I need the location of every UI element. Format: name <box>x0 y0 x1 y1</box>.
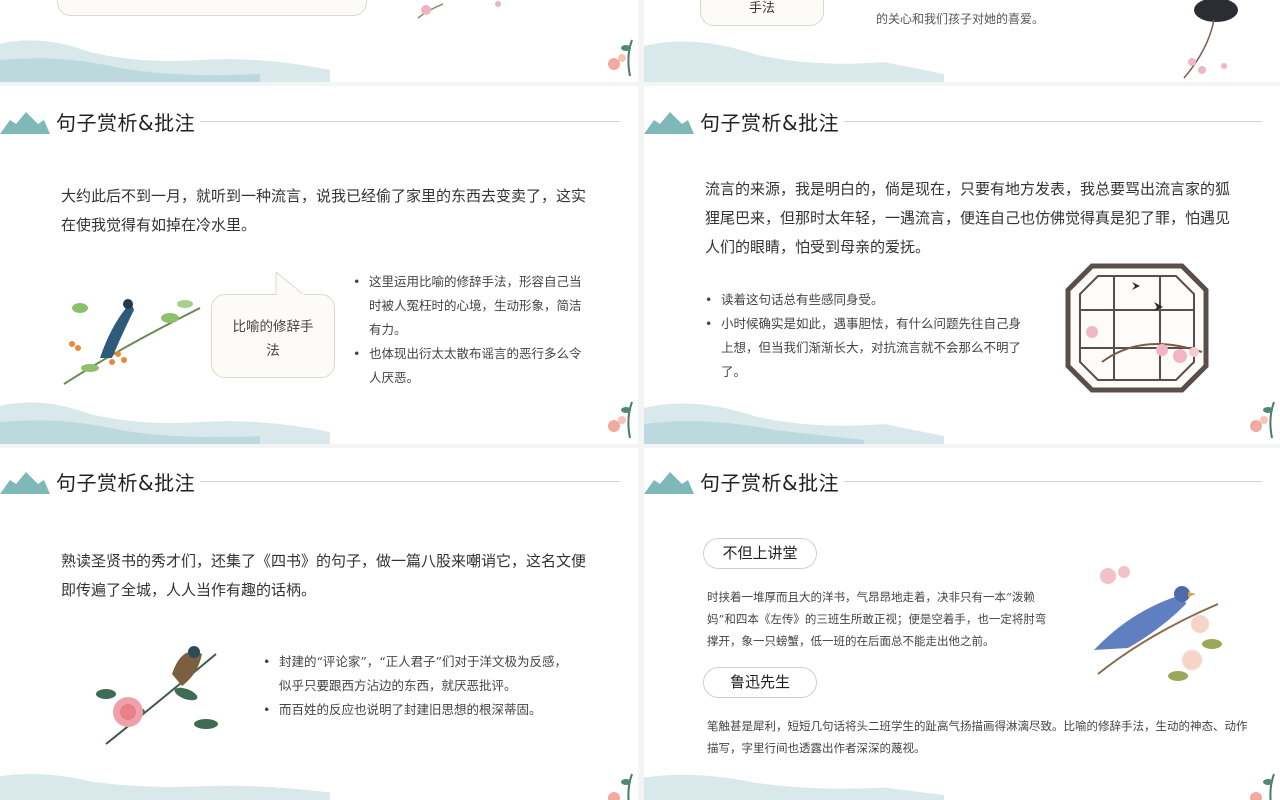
slide-title: 句子赏析&批注 <box>56 471 196 495</box>
hill-logo-icon <box>0 112 50 134</box>
mist-mountains-icon <box>0 40 330 82</box>
bubble-tail <box>275 272 305 296</box>
slide-header: 句子赏析&批注 <box>644 104 1280 138</box>
quote-paragraph: 大约此后不到一月，就听到一种流言，说我已经偷了家里的东西去变卖了，这实在使我觉得… <box>61 187 587 234</box>
corner-flower-icon <box>608 773 633 800</box>
slide-header: 句子赏析&批注 <box>644 464 1280 498</box>
window-frame-icon <box>1065 263 1209 393</box>
mist-mountains-icon <box>0 402 330 444</box>
excerpt-text: 时挟着一堆厚而且大的洋书，气昂昂地走着，决非只有一本“泼赖妈”和四本《左传》的三… <box>707 590 1047 648</box>
slide-title: 句子赏析&批注 <box>56 111 196 135</box>
slide-2[interactable]: 句子赏析&批注 流言的来源，我是明白的，倘是现在，只要有地方发表，我总要骂出流言… <box>644 86 1280 444</box>
slide-3[interactable]: 句子赏析&批注 熟读圣贤书的秀才们，还集了《四书》的句子，做一篇八股来嘲诮它，这… <box>0 448 638 800</box>
hill-logo-icon <box>644 472 694 494</box>
annotation-item: 封建的“评论家”，“正人君子”们对于洋文极为反感，似乎只要跟西方沾边的东西，就厌… <box>263 650 571 698</box>
slide-header: 句子赏析&批注 <box>0 104 638 138</box>
annotation-item: 而百姓的反应也说明了封建旧思想的根深蒂固。 <box>263 698 571 722</box>
quote-paragraph: 流言的来源，我是明白的，倘是现在，只要有地方发表，我总要骂出流言家的狐狸尾巴来，… <box>705 180 1231 256</box>
annotation-list: 读着这句话总有些感同身受。 小时候确实是如此，遇事胆怯，有什么问题先往自己身上想… <box>705 288 1021 384</box>
mist-mountains-icon <box>644 41 944 82</box>
bird-peony-icon <box>96 646 218 745</box>
keyword-pill-1: 不但上讲堂 <box>703 538 817 569</box>
annotation-item: 这里运用比喻的修辞手法，形容自己当时被人冤枉时的心境，生动形象，简洁有力。 <box>353 270 585 342</box>
header-rule <box>844 481 1262 482</box>
mist-mountains-icon <box>644 403 944 444</box>
slide-title: 句子赏析&批注 <box>700 471 840 495</box>
keyword-pill-2: 鲁迅先生 <box>703 667 817 698</box>
mist-mountains-icon <box>0 774 330 800</box>
annotation-list: 这里运用比喻的修辞手法，形容自己当时被人冤枉时的心境，生动形象，简洁有力。 也体… <box>353 270 585 390</box>
annotation-item: 也体现出衍太太散布谣言的恶行多么令人厌恶。 <box>353 342 585 390</box>
corner-flower-icon <box>608 39 633 76</box>
header-rule <box>200 121 620 122</box>
corner-flower-icon <box>1250 401 1275 438</box>
fragment-text: 的关心和我们孩子对她的喜爱。 <box>876 8 1044 30</box>
fragment-line: 的关心和我们孩子对她的喜爱。 <box>876 12 1045 26</box>
header-rule <box>200 481 620 482</box>
header-rule <box>844 121 1262 122</box>
slide-fragment-top-right: 手法 的关心和我们孩子对她的喜爱。 <box>644 0 1280 82</box>
comment-text: 笔触甚是犀利，短短几句话将头二班学生的趾高气扬描画得淋漓尽致。比喻的修辞手法，生… <box>707 719 1248 755</box>
slide-1[interactable]: 句子赏析&批注 大约此后不到一月，就听到一种流言，说我已经偷了家里的东西去变卖了… <box>0 86 638 444</box>
annotation-item: 小时候确实是如此，遇事胆怯，有什么问题先往自己身上想，但当我们渐渐长大，对抗流言… <box>705 312 1021 384</box>
bubble-label: 手法 <box>748 1 775 16</box>
hill-logo-icon <box>0 472 50 494</box>
annotation-list: 封建的“评论家”，“正人君子”们对于洋文极为反感，似乎只要跟西方沾边的东西，就厌… <box>263 650 571 722</box>
bubble-text: 比喻的修辞手法 <box>232 319 314 359</box>
hill-logo-icon <box>644 112 694 134</box>
bubble-fragment-right: 手法 <box>700 0 824 26</box>
slide-title: 句子赏析&批注 <box>700 111 840 135</box>
bubble-fragment <box>57 0 367 16</box>
corner-flower-icon <box>1250 773 1275 800</box>
slide-fragment-top-left <box>0 0 638 82</box>
corner-flower-icon <box>608 401 633 438</box>
blue-bird-blossom-icon <box>1094 566 1222 681</box>
mist-mountains-icon <box>644 774 944 800</box>
slide-4[interactable]: 句子赏析&批注 不但上讲堂 时挟着一堆厚而且大的洋书，气昂昂地走着，决非只有一本… <box>644 448 1280 800</box>
magpie-branch-icon <box>63 299 201 385</box>
figure-of-speech-bubble: 比喻的修辞手法 <box>211 294 335 378</box>
slide-header: 句子赏析&批注 <box>0 464 638 498</box>
quote-paragraph: 熟读圣贤书的秀才们，还集了《四书》的句子，做一篇八股来嘲诮它，这名文便即传遍了全… <box>61 552 587 599</box>
annotation-item: 读着这句话总有些感同身受。 <box>705 288 1021 312</box>
flower-sprig-icon <box>417 1 501 19</box>
